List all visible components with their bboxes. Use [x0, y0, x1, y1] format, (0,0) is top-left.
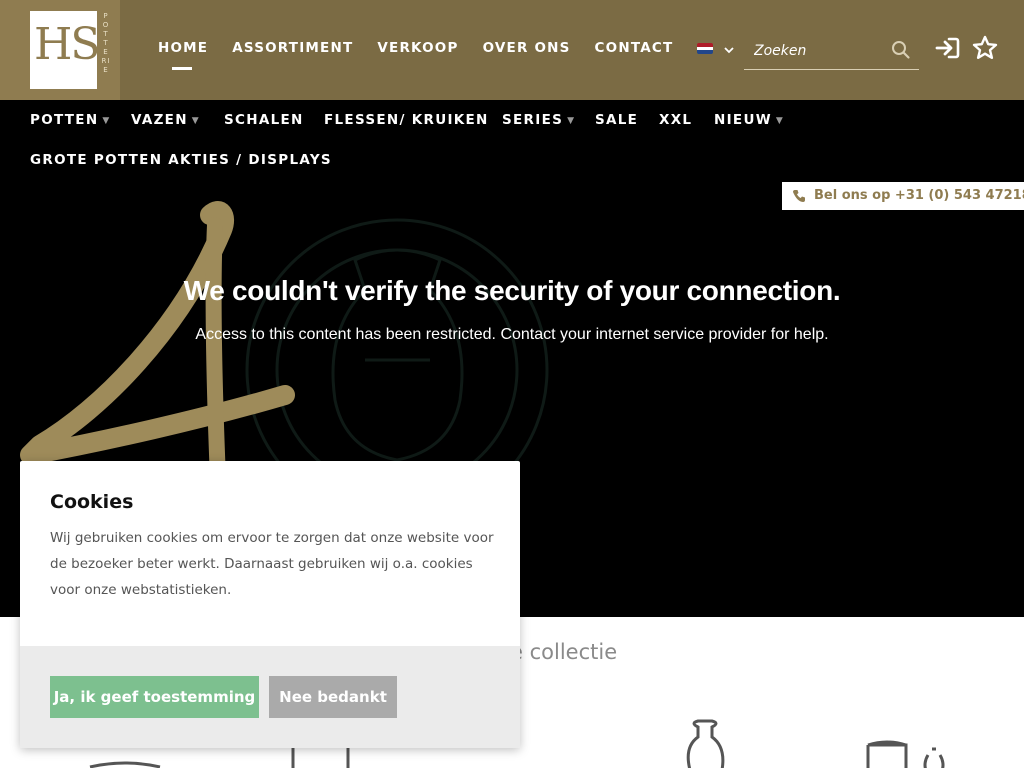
caret-down-icon: ▼ — [567, 116, 576, 126]
category-potten[interactable]: POTTEN ▼ — [30, 112, 111, 128]
call-us-bar[interactable]: Bel ons op +31 (0) 543 472183 — [782, 182, 1024, 210]
logo-badge: HS — [30, 11, 101, 89]
category-label: XXL — [659, 112, 693, 128]
nav-over-ons[interactable]: OVER ONS — [483, 40, 571, 56]
category-label: SALE — [595, 112, 639, 128]
main-nav: HOME ASSORTIMENT VERKOOP OVER ONS CONTAC… — [158, 40, 697, 70]
login-icon[interactable] — [935, 36, 961, 60]
jug-icon — [686, 719, 725, 768]
nav-home[interactable]: HOME — [158, 40, 208, 70]
phone-icon — [793, 190, 805, 202]
category-vazen[interactable]: VAZEN ▼ — [131, 112, 200, 128]
caret-down-icon: ▼ — [191, 116, 201, 126]
category-label: SERIES — [502, 112, 564, 128]
category-schalen[interactable]: SCHALEN — [224, 112, 304, 128]
category-nav: POTTEN ▼ VAZEN ▼ SCHALEN FLESSEN/ KRUIKEN … — [0, 100, 1024, 180]
search-box — [744, 32, 919, 70]
cookie-text: Wij gebruiken cookies om ervoor te zorge… — [50, 530, 494, 598]
collection-heading: e collectie — [510, 640, 618, 664]
category-series[interactable]: SERIES ▼ — [502, 112, 575, 128]
nav-assortiment[interactable]: ASSORTIMENT — [232, 40, 353, 56]
category-nieuw[interactable]: NIEUW ▼ — [714, 112, 784, 128]
netherlands-flag-icon[interactable] — [697, 43, 713, 54]
star-icon[interactable] — [971, 34, 999, 62]
category-sale[interactable]: SALE — [595, 112, 638, 128]
cookie-actions: Ja, ik geef toestemming Nee bedankt — [20, 646, 520, 748]
accept-cookies-button[interactable]: Ja, ik geef toestemming — [50, 676, 259, 718]
error-title: We couldn't verify the security of your … — [183, 275, 841, 306]
category-label: FLESSEN/ KRUIKEN — [324, 112, 489, 128]
chevron-down-icon[interactable] — [723, 44, 735, 56]
category-grote-potten[interactable]: GROTE POTTEN AKTIES / DISPLAYS — [30, 152, 332, 168]
search-input[interactable] — [754, 40, 884, 62]
bowl-icon — [89, 761, 161, 768]
category-label: SCHALEN — [224, 112, 304, 128]
pot-icon — [866, 740, 908, 768]
category-label: POTTEN — [30, 112, 99, 128]
decline-cookies-button[interactable]: Nee bedankt — [269, 676, 397, 718]
error-subtitle: Access to this content has been restrict… — [195, 326, 829, 343]
cookie-dialog: Cookies Wij gebruiken cookies om ervoor … — [20, 461, 520, 748]
logo[interactable]: HS POTTERIE — [0, 0, 120, 100]
caret-down-icon: ▼ — [102, 116, 111, 126]
category-flessen-kruiken[interactable]: FLESSEN/ KRUIKEN — [324, 112, 489, 128]
nav-contact[interactable]: CONTACT — [595, 40, 674, 56]
bottle-icon — [923, 747, 945, 768]
search-icon[interactable] — [891, 40, 911, 60]
page: HS POTTERIE HOME ASSORTIMENT VERKOOP OVE… — [0, 0, 1024, 768]
call-us-label: Bel ons op +31 (0) 543 472183 — [814, 188, 1024, 203]
logo-vertical-text: POTTERIE — [101, 12, 111, 74]
logo-text: HS — [34, 19, 101, 70]
category-label: VAZEN — [131, 112, 188, 128]
nav-verkoop[interactable]: VERKOOP — [377, 40, 458, 56]
caret-down-icon: ▼ — [775, 116, 785, 126]
category-label: GROTE POTTEN AKTIES / DISPLAYS — [30, 152, 332, 168]
cookie-title: Cookies — [50, 491, 134, 513]
category-xxl[interactable]: XXL — [659, 112, 692, 128]
site-header: HS POTTERIE HOME ASSORTIMENT VERKOOP OVE… — [0, 0, 1024, 100]
vase-icon — [291, 745, 350, 768]
category-label: NIEUW — [714, 112, 772, 128]
